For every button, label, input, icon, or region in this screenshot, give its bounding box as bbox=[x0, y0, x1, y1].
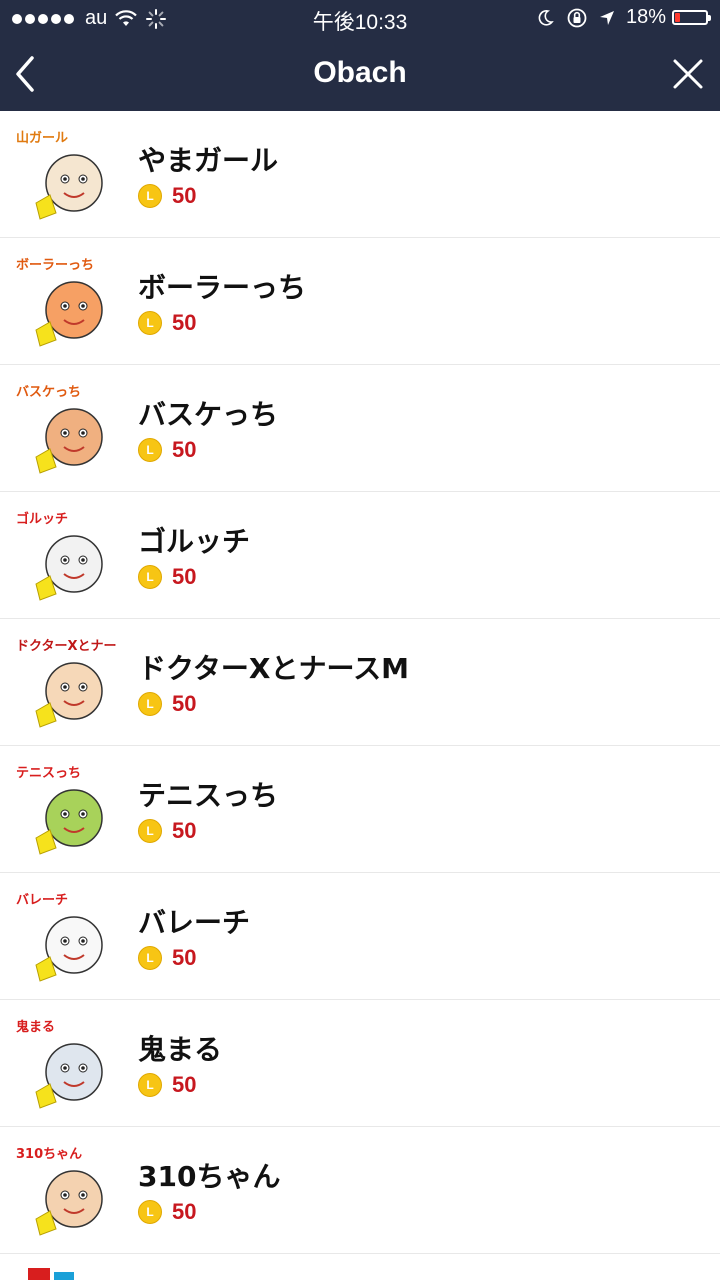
price-row: L 50 bbox=[138, 564, 196, 590]
price-row: L 50 bbox=[138, 1072, 196, 1098]
list-item[interactable]: ドクターXとナースM ドクターXとナースM L 50 bbox=[0, 619, 720, 746]
line-coin-icon: L bbox=[138, 946, 162, 970]
sticker-name: テニスっち bbox=[138, 779, 279, 812]
close-button[interactable] bbox=[670, 56, 706, 92]
sticker-thumbnail: テニスっち bbox=[16, 760, 116, 860]
sticker-thumbnail: ドクターXとナースM bbox=[16, 633, 116, 733]
line-coin-icon: L bbox=[138, 565, 162, 589]
price-row: L 50 bbox=[138, 1199, 196, 1225]
page-title: Obach bbox=[313, 56, 407, 89]
sticker-thumbnail-label: バスケっち bbox=[16, 385, 82, 400]
nav-bar: Obach bbox=[0, 38, 720, 111]
sticker-thumbnail: 310ちゃん bbox=[16, 1141, 116, 1241]
list-item[interactable]: テニスっち テニスっち L 50 bbox=[0, 746, 720, 873]
sticker-name: バレーチ bbox=[138, 906, 251, 939]
line-coin-icon: L bbox=[138, 1073, 162, 1097]
sticker-name: 鬼まる bbox=[138, 1033, 223, 1066]
sticker-thumbnail-label: 山ガール bbox=[16, 131, 69, 146]
sticker-thumbnail-label: ゴルッチ bbox=[16, 512, 69, 527]
moon-icon bbox=[538, 9, 554, 26]
list-item[interactable]: 山ガールやまガール L 50 bbox=[0, 111, 720, 238]
sticker-name: やまガール bbox=[138, 144, 279, 177]
location-arrow-icon bbox=[599, 10, 614, 25]
battery-level-fill bbox=[675, 13, 680, 22]
sticker-thumbnail-partial bbox=[28, 1268, 74, 1280]
sticker-thumbnail-label: ドクターXとナースM bbox=[16, 639, 116, 654]
status-bar: au 午後10:33 18% bbox=[0, 0, 720, 38]
price-row: L 50 bbox=[138, 183, 196, 209]
price-value: 50 bbox=[172, 691, 197, 716]
close-icon bbox=[673, 59, 703, 89]
price-value: 50 bbox=[172, 818, 197, 843]
sticker-thumbnail: ゴルッチ bbox=[16, 506, 116, 606]
sticker-thumbnail-label: テニスっち bbox=[16, 766, 82, 781]
list-item[interactable]: バレーチ バレーチ L 50 bbox=[0, 873, 720, 1000]
sticker-thumbnail-label: 310ちゃん bbox=[16, 1147, 83, 1162]
sticker-thumbnail: バレーチ bbox=[16, 887, 116, 987]
sticker-name: ドクターXとナースM bbox=[138, 652, 409, 685]
price-value: 50 bbox=[172, 1072, 197, 1097]
price-row: L 50 bbox=[138, 945, 196, 971]
list-item[interactable]: ゴルッチ ゴルッチ L 50 bbox=[0, 492, 720, 619]
line-coin-icon: L bbox=[138, 438, 162, 462]
sticker-thumbnail: バスケっち bbox=[16, 379, 116, 479]
price-row: L 50 bbox=[138, 691, 196, 717]
sticker-thumbnail: 鬼まる bbox=[16, 1014, 116, 1114]
battery-icon bbox=[672, 10, 711, 25]
list-item[interactable]: バスケっち バスケっち L 50 bbox=[0, 365, 720, 492]
sticker-thumbnail-label: 鬼まる bbox=[16, 1020, 56, 1035]
battery-percent: 18% bbox=[625, 6, 666, 28]
price-value: 50 bbox=[172, 564, 197, 589]
sticker-name: ゴルッチ bbox=[138, 525, 251, 558]
line-coin-icon: L bbox=[138, 1200, 162, 1224]
top-bar: au 午後10:33 18% Obach bbox=[0, 0, 720, 111]
line-coin-icon: L bbox=[138, 819, 162, 843]
status-right: 18% bbox=[536, 6, 711, 29]
list-item[interactable]: 310ちゃん 310ちゃん L 50 bbox=[0, 1127, 720, 1254]
price-value: 50 bbox=[172, 183, 197, 208]
sticker-name: 310ちゃん bbox=[138, 1160, 281, 1193]
price-row: L 50 bbox=[138, 310, 196, 336]
line-coin-icon: L bbox=[138, 184, 162, 208]
sticker-thumbnail-label: ボーラーっち bbox=[16, 258, 95, 273]
sticker-thumbnail: 山ガール bbox=[16, 125, 116, 225]
sticker-name: バスケっち bbox=[138, 398, 279, 431]
price-value: 50 bbox=[172, 310, 197, 335]
line-coin-icon: L bbox=[138, 692, 162, 716]
list-item[interactable]: 鬼まる 鬼まる L 50 bbox=[0, 1000, 720, 1127]
price-value: 50 bbox=[172, 945, 197, 970]
list-item-partial[interactable] bbox=[0, 1252, 720, 1280]
sticker-name: ボーラーっち bbox=[138, 271, 307, 304]
sticker-thumbnail-label: バレーチ bbox=[16, 893, 69, 908]
line-coin-icon: L bbox=[138, 311, 162, 335]
price-value: 50 bbox=[172, 437, 197, 462]
rotation-lock-icon bbox=[567, 8, 587, 27]
list-item[interactable]: ボーラーっち ボーラーっち L 50 bbox=[0, 238, 720, 365]
price-row: L 50 bbox=[138, 437, 196, 463]
sticker-list: 山ガール やまガール L 50 ボーラーっち ボーラーっち L 50 バスケっち バスケっち L 50… bbox=[0, 111, 720, 1254]
sticker-thumbnail: ボーラーっち bbox=[16, 252, 116, 352]
price-row: L 50 bbox=[138, 818, 196, 844]
price-value: 50 bbox=[172, 1199, 197, 1224]
